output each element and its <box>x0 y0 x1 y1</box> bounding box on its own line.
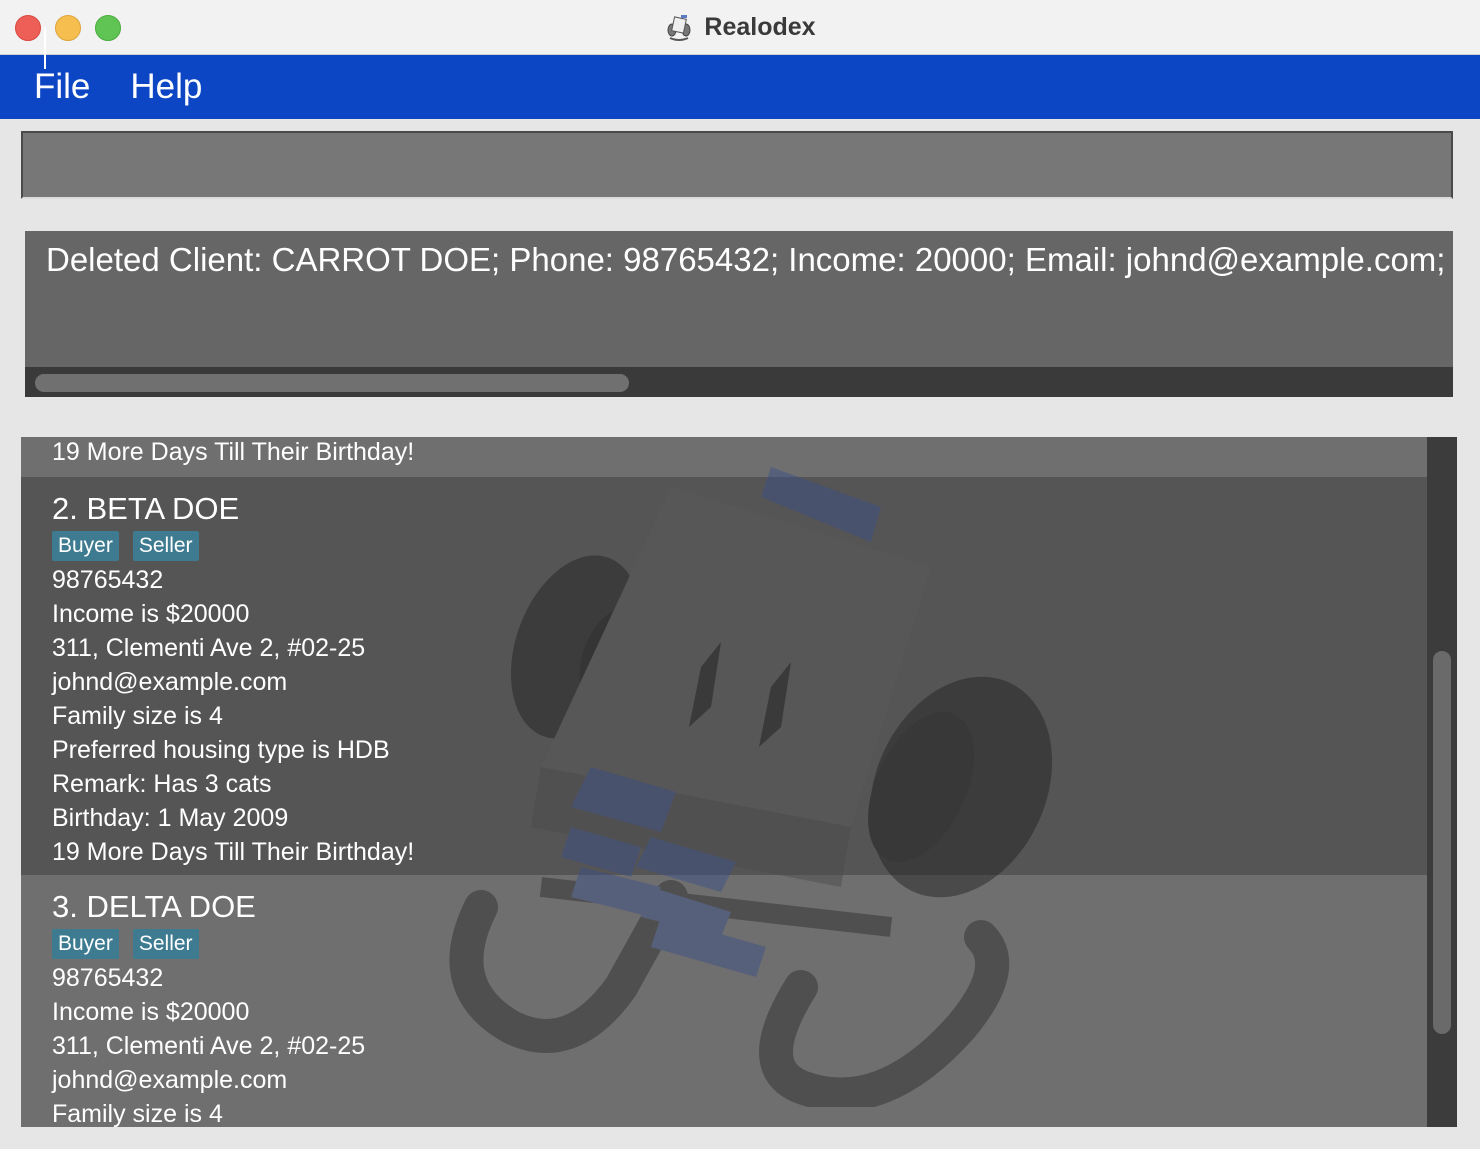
menu-file[interactable]: File <box>34 67 94 107</box>
text-caret <box>44 27 46 69</box>
title-wrap: Realodex <box>0 0 1480 54</box>
window-title: Realodex <box>704 12 816 41</box>
client-family-size: Family size is 4 <box>52 1100 223 1127</box>
client-tags: Buyer Seller <box>52 529 1427 563</box>
client-phone: 98765432 <box>52 964 164 992</box>
app-window: Realodex File Help Deleted Client: CARRO… <box>0 0 1480 1149</box>
client-income: Income is $20000 <box>52 600 250 628</box>
tag-seller: Seller <box>132 531 199 561</box>
client-email: johnd@example.com <box>52 1066 288 1094</box>
menu-help[interactable]: Help <box>130 67 206 107</box>
tag-buyer: Buyer <box>52 929 119 959</box>
client-card-partial[interactable]: 19 More Days Till Their Birthday! <box>21 437 1427 477</box>
command-input[interactable] <box>21 131 1453 199</box>
birthday-countdown: 19 More Days Till Their Birthday! <box>52 838 415 866</box>
birthday-countdown: 19 More Days Till Their Birthday! <box>52 438 415 466</box>
client-name: 2. BETA DOE <box>52 491 240 526</box>
menu-bar: File Help <box>0 55 1480 119</box>
result-display-area: Deleted Client: CARROT DOE; Phone: 98765… <box>0 217 1480 413</box>
client-email: johnd@example.com <box>52 668 288 696</box>
result-display[interactable]: Deleted Client: CARROT DOE; Phone: 98765… <box>25 231 1453 397</box>
client-list[interactable]: 19 More Days Till Their Birthday! 2. BET… <box>21 437 1457 1127</box>
client-list-vertical-scrollbar[interactable] <box>1433 651 1451 1034</box>
client-card[interactable]: 2. BETA DOE Buyer Seller 98765432 Income… <box>21 477 1427 875</box>
tag-seller: Seller <box>132 929 199 959</box>
tag-buyer: Buyer <box>52 531 119 561</box>
result-message: Deleted Client: CARROT DOE; Phone: 98765… <box>46 241 1453 278</box>
title-bar[interactable]: Realodex <box>0 0 1480 55</box>
rolodex-icon <box>667 15 691 41</box>
result-horizontal-scrollbar[interactable] <box>35 374 629 392</box>
command-box-area <box>0 119 1480 215</box>
client-family-size: Family size is 4 <box>52 702 223 730</box>
result-content: Deleted Client: CARROT DOE; Phone: 98765… <box>25 231 1453 367</box>
client-housing-type: Preferred housing type is HDB <box>52 736 390 764</box>
client-birthday: Birthday: 1 May 2009 <box>52 804 289 832</box>
client-address: 311, Clementi Ave 2, #02-25 <box>52 1032 366 1060</box>
client-phone: 98765432 <box>52 566 164 594</box>
client-card[interactable]: 3. DELTA DOE Buyer Seller 98765432 Incom… <box>21 875 1427 1127</box>
client-address: 311, Clementi Ave 2, #02-25 <box>52 634 366 662</box>
client-list-viewport: 19 More Days Till Their Birthday! 2. BET… <box>21 437 1427 1127</box>
client-income: Income is $20000 <box>52 998 250 1026</box>
client-tags: Buyer Seller <box>52 927 1427 961</box>
client-remark: Remark: Has 3 cats <box>52 770 272 798</box>
client-name: 3. DELTA DOE <box>52 889 256 924</box>
